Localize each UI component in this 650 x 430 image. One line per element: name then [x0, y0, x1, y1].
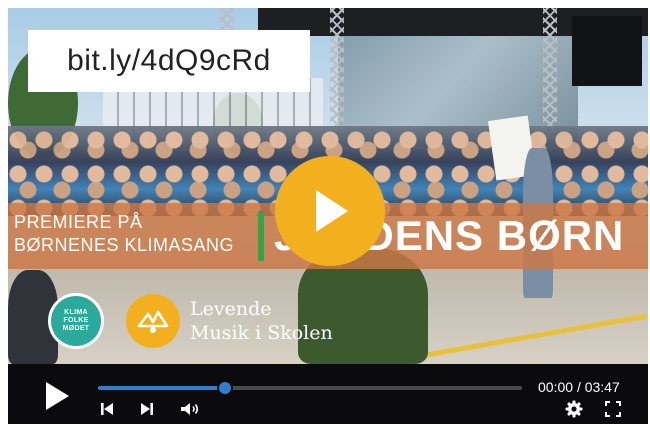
duration: 03:47: [584, 379, 620, 395]
previous-button[interactable]: [100, 402, 114, 421]
stage-speaker: [572, 16, 642, 86]
skip-next-icon: [141, 403, 153, 415]
url-overlay: bit.ly/4dQ9cRd: [28, 30, 310, 92]
control-bar: 00:00 / 03:47: [8, 364, 648, 424]
big-play-button[interactable]: [275, 156, 385, 266]
levende-musik-logo-icon: [126, 294, 180, 348]
progress-handle[interactable]: [217, 380, 233, 396]
volume-button[interactable]: [180, 402, 200, 421]
current-time: 00:00: [538, 379, 574, 395]
gear-icon: [565, 400, 583, 418]
banner-subtitle-line: PREMIERE PÅ: [14, 212, 143, 232]
time-separator: /: [576, 379, 581, 395]
klimafolkemodet-logo: KLIMA FOLKE MØDET: [48, 293, 104, 349]
fullscreen-icon: [605, 401, 621, 417]
skip-previous-icon: [101, 403, 113, 415]
logo-text-line: Musik i Skolen: [190, 322, 333, 344]
progress-fill: [98, 386, 225, 390]
url-text: bit.ly/4dQ9cRd: [67, 44, 271, 77]
volume-icon: [181, 403, 199, 415]
video-frame[interactable]: bit.ly/4dQ9cRd PREMIERE PÅ BØRNENES KLIM…: [8, 8, 648, 364]
play-icon: [316, 190, 348, 232]
logo-text-line: KLIMA: [64, 309, 88, 316]
fullscreen-button[interactable]: [605, 401, 621, 422]
play-button[interactable]: [44, 381, 70, 416]
play-icon: [46, 382, 69, 410]
time-display: 00:00 / 03:47: [538, 379, 620, 395]
logo-text-line: FOLKE: [63, 317, 89, 324]
video-player: bit.ly/4dQ9cRd PREMIERE PÅ BØRNENES KLIM…: [8, 8, 648, 424]
banner-subtitle-line: BØRNENES KLIMASANG: [14, 235, 235, 255]
banner-divider: [258, 211, 264, 261]
klimafolkemodet-logo-text: KLIMA FOLKE MØDET: [51, 296, 101, 346]
logo-text-line: Levende: [190, 298, 272, 320]
levende-musik-logo-text: Levende Musik i Skolen: [190, 297, 333, 345]
logo-text-line: MØDET: [62, 325, 90, 332]
banner-subtitle: PREMIERE PÅ BØRNENES KLIMASANG: [14, 211, 254, 257]
next-button[interactable]: [140, 402, 154, 421]
settings-button[interactable]: [565, 400, 583, 423]
